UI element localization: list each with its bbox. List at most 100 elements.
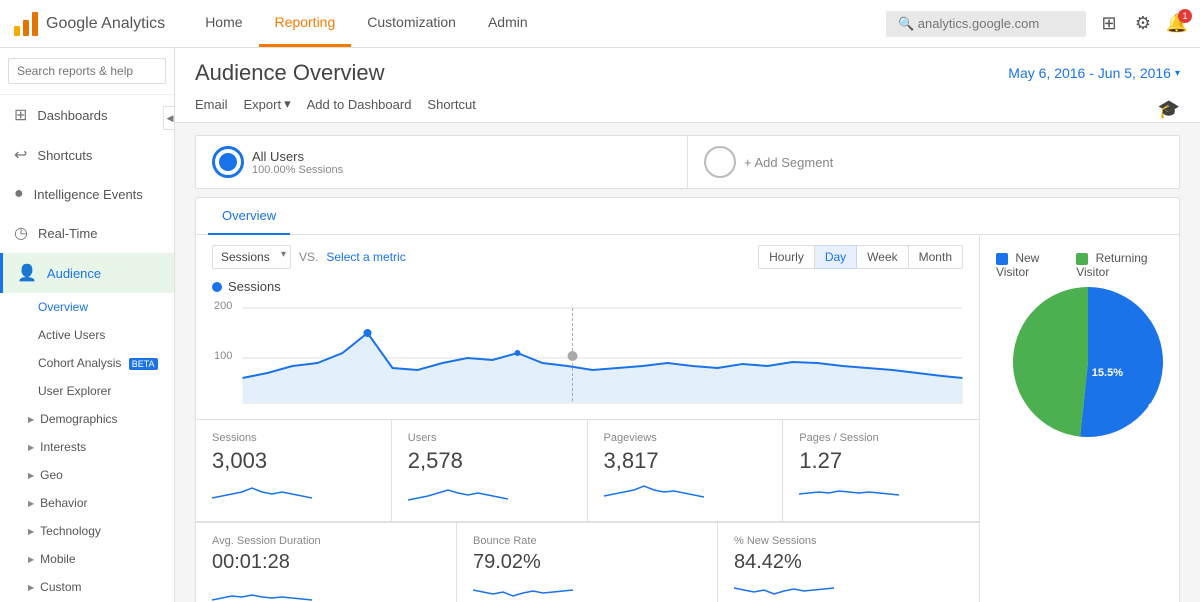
caret-icon: ▶ [28, 471, 34, 480]
tab-overview[interactable]: Overview [208, 198, 290, 235]
dashboards-icon: ⊞ [14, 105, 27, 125]
segment-text: All Users 100.00% Sessions [252, 149, 343, 176]
main-layout: ◀ ⊞ Dashboards ↩ Shortcuts ● Intelligenc… [0, 48, 1200, 602]
nav-customization[interactable]: Customization [351, 0, 472, 47]
caret-icon: ▶ [28, 499, 34, 508]
metric-select[interactable]: Sessions [212, 245, 291, 269]
caret-icon: ▶ [28, 443, 34, 452]
segment-circle [212, 146, 244, 178]
sidebar-sub-cohort[interactable]: Cohort Analysis BETA [0, 349, 174, 377]
nav-admin[interactable]: Admin [472, 0, 544, 47]
select-metric-link[interactable]: Select a metric [326, 250, 405, 264]
sidebar-item-audience[interactable]: 👤 Audience [0, 253, 174, 293]
metric-new-sessions: % New Sessions 84.42% [718, 523, 979, 602]
vs-label: VS. [299, 250, 318, 264]
chart-controls: Sessions VS. Select a metric Hourly Day … [196, 235, 979, 279]
search-input[interactable] [8, 58, 166, 84]
returning-visitor-dot [1076, 253, 1088, 265]
pie-section: New Visitor Returning Visitor [980, 235, 1179, 353]
metric-sessions: Sessions 3,003 [196, 420, 392, 521]
add-dashboard-link[interactable]: Add to Dashboard [307, 97, 412, 122]
nav-reporting[interactable]: Reporting [259, 0, 352, 47]
sidebar-expand-custom[interactable]: ▶ Custom [0, 573, 174, 601]
caret-icon: ▶ [28, 527, 34, 536]
sessions-dot [212, 282, 222, 292]
sidebar-item-shortcuts[interactable]: ↩ Shortcuts [0, 135, 174, 175]
metrics-grid: Sessions 3,003 Users 2,578 [196, 419, 979, 522]
main-nav: Home Reporting Customization Admin [189, 0, 886, 47]
email-link[interactable]: Email [195, 97, 228, 122]
chart-outer: Sessions VS. Select a metric Hourly Day … [196, 235, 1179, 602]
logo-area: Google Analytics [12, 10, 165, 38]
page-header-top: Audience Overview May 6, 2016 - Jun 5, 2… [195, 60, 1180, 86]
caret-icon: ▶ [28, 555, 34, 564]
grid-icon[interactable]: ⊞ [1098, 13, 1120, 35]
sidebar-expand-geo[interactable]: ▶ Geo [0, 461, 174, 489]
sessions-label: Sessions [196, 279, 979, 298]
sidebar-label-dashboards: Dashboards [37, 108, 107, 123]
export-link[interactable]: Export ▾ [244, 96, 291, 122]
sessions-chart: May 8 May 15 May 22 May 29 [212, 298, 963, 408]
sidebar-label-realtime: Real-Time [38, 226, 97, 241]
sidebar-label-shortcuts: Shortcuts [37, 148, 92, 163]
sparkline-bounce [473, 578, 573, 602]
page-title: Audience Overview [195, 60, 385, 86]
new-visitor-dot [996, 253, 1008, 265]
sidebar-expand-mobile[interactable]: ▶ Mobile [0, 545, 174, 573]
metric-select-wrap: Sessions [212, 245, 291, 269]
shortcut-link[interactable]: Shortcut [427, 97, 475, 122]
export-caret: ▾ [284, 96, 291, 112]
sparkline-pages-session [799, 478, 899, 506]
sidebar-item-intelligence[interactable]: ● Intelligence Events [0, 175, 174, 213]
hat-icon[interactable]: 🎓 [1158, 99, 1180, 120]
all-users-segment[interactable]: All Users 100.00% Sessions [196, 136, 688, 188]
sidebar-label-audience: Audience [47, 266, 101, 281]
chart-peak [364, 329, 372, 337]
sidebar-item-realtime[interactable]: ◷ Real-Time [0, 213, 174, 253]
sidebar-expand-technology[interactable]: ▶ Technology [0, 517, 174, 545]
metrics-grid2: Avg. Session Duration 00:01:28 Bounce Ra… [196, 522, 979, 602]
google-analytics-logo [12, 10, 40, 38]
sidebar-item-dashboards[interactable]: ⊞ Dashboards [0, 95, 174, 135]
sidebar-collapse-btn[interactable]: ◀ [163, 106, 175, 130]
add-segment[interactable]: + Add Segment [688, 136, 1179, 188]
time-buttons: Hourly Day Week Month [758, 245, 963, 269]
page-header: Audience Overview May 6, 2016 - Jun 5, 2… [175, 48, 1200, 123]
logo-text: Google Analytics [46, 15, 165, 33]
notifications-icon[interactable]: 🔔 [1166, 13, 1188, 35]
action-bar: Email Export ▾ Add to Dashboard Shortcut… [195, 96, 1180, 122]
metric-pages-session: Pages / Session 1.27 [783, 420, 979, 521]
chart-area: 200 100 [196, 298, 979, 419]
week-btn[interactable]: Week [857, 245, 908, 269]
sidebar-expand-demographics[interactable]: ▶ Demographics [0, 405, 174, 433]
y-label-200: 200 [214, 300, 232, 312]
sidebar-sub-user-explorer[interactable]: User Explorer [0, 377, 174, 405]
sidebar-expand-behavior[interactable]: ▶ Behavior [0, 489, 174, 517]
segment-circle-inner [219, 153, 237, 171]
returning-visitor-legend: Returning Visitor [1076, 251, 1163, 279]
hourly-btn[interactable]: Hourly [758, 245, 815, 269]
intelligence-icon: ● [14, 185, 24, 203]
pie-chart [1013, 287, 1163, 437]
top-nav: Google Analytics Home Reporting Customiz… [0, 0, 1200, 48]
search-box [0, 48, 174, 95]
date-range[interactable]: May 6, 2016 - Jun 5, 2016 ▾ [1008, 65, 1180, 81]
beta-badge: BETA [129, 358, 158, 370]
overview-section: Overview Sessions VS. Select a metric [195, 197, 1180, 602]
nav-right: 🔍 analytics.google.com ⊞ ⚙ 🔔 [886, 11, 1188, 37]
day-btn[interactable]: Day [815, 245, 857, 269]
metric-bounce-rate: Bounce Rate 79.02% [457, 523, 718, 602]
sidebar-label-intelligence: Intelligence Events [34, 187, 143, 202]
month-btn[interactable]: Month [909, 245, 963, 269]
segment-bar: All Users 100.00% Sessions + Add Segment [195, 135, 1180, 189]
content-area: Audience Overview May 6, 2016 - Jun 5, 2… [175, 48, 1200, 602]
sparkline-duration [212, 578, 312, 602]
sidebar-sub-overview[interactable]: Overview [0, 293, 174, 321]
sidebar-expand-interests[interactable]: ▶ Interests [0, 433, 174, 461]
sparkline-sessions [212, 478, 312, 506]
caret-icon: ▶ [28, 415, 34, 424]
nav-home[interactable]: Home [189, 0, 258, 47]
settings-icon[interactable]: ⚙ [1132, 13, 1154, 35]
sidebar: ◀ ⊞ Dashboards ↩ Shortcuts ● Intelligenc… [0, 48, 175, 602]
sidebar-sub-active-users[interactable]: Active Users [0, 321, 174, 349]
